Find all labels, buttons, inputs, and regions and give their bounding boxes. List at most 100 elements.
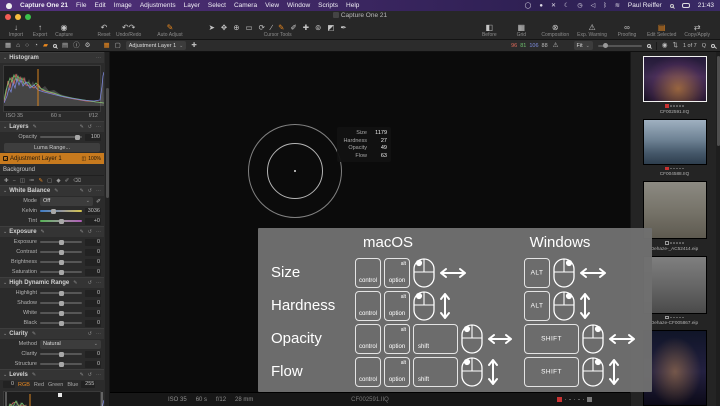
zoom-slider[interactable] bbox=[597, 43, 642, 48]
more-icon[interactable]: ⋯ bbox=[96, 229, 101, 235]
highlight-slider[interactable] bbox=[40, 290, 82, 296]
zoom-loupe-icon[interactable] bbox=[646, 43, 651, 48]
more-icon[interactable]: ⋯ bbox=[96, 372, 101, 378]
layer-row-background[interactable]: Background bbox=[0, 164, 104, 175]
mask-grid-icon[interactable]: ▦ bbox=[103, 42, 109, 50]
wb-eyedropper-icon[interactable]: ✐ bbox=[96, 198, 101, 205]
menu-window[interactable]: Window bbox=[287, 2, 310, 9]
slider-thumb[interactable] bbox=[59, 239, 64, 245]
eraser-icon[interactable]: ✐ bbox=[65, 178, 70, 184]
crop-tool-icon[interactable]: ▭ bbox=[245, 23, 252, 32]
thumbnail-image-3[interactable] bbox=[642, 181, 707, 239]
info-icon[interactable]: ⓘ bbox=[73, 42, 80, 50]
levels-histogram[interactable] bbox=[3, 391, 105, 406]
contrast-value[interactable]: 0 bbox=[85, 248, 101, 256]
fill-mask-icon[interactable]: ▢ bbox=[47, 178, 52, 184]
heal-tool-icon[interactable]: ✚ bbox=[303, 23, 309, 32]
brush-icon[interactable]: ✎ bbox=[39, 178, 44, 184]
shadow-value[interactable]: 0 bbox=[85, 299, 101, 307]
white-balance-panel-header[interactable]: ⌄ White Balance ✎ ✎ ↺ ⋯ bbox=[0, 185, 104, 196]
kelvin-slider-thumb[interactable] bbox=[50, 208, 56, 214]
browse-icon[interactable]: ▦ bbox=[5, 42, 11, 50]
slider-thumb[interactable] bbox=[59, 249, 64, 255]
tint-slider[interactable] bbox=[40, 218, 82, 224]
color-tag-icon[interactable] bbox=[665, 241, 669, 245]
slider-thumb[interactable] bbox=[59, 361, 64, 367]
structure-slider[interactable] bbox=[40, 361, 82, 367]
sidebar-scrollbar[interactable] bbox=[105, 52, 109, 406]
bluetooth-icon[interactable]: ᛒ bbox=[603, 3, 607, 9]
rotate-tool-icon[interactable]: ⟳ bbox=[259, 23, 265, 32]
reset-icon[interactable]: ↺ bbox=[88, 280, 92, 286]
levels-tab-rgb[interactable]: RGB bbox=[17, 382, 31, 388]
more-icon[interactable]: ⋯ bbox=[96, 124, 101, 130]
menu-file[interactable]: File bbox=[76, 2, 86, 9]
clarity-method-select[interactable]: Natural ⌄ bbox=[40, 339, 101, 349]
control-center-icon[interactable] bbox=[681, 3, 690, 8]
import-button[interactable]: ↓ Import bbox=[4, 23, 28, 38]
film-icon[interactable]: ▰ bbox=[43, 42, 48, 50]
brightness-value[interactable]: 0 bbox=[85, 258, 101, 266]
thumbnail-item-2[interactable]: CF004588.IIQ bbox=[639, 118, 710, 176]
thumbnail-item-1[interactable]: CF002591.IIQ bbox=[639, 56, 710, 114]
white-value[interactable]: 0 bbox=[85, 309, 101, 317]
brightness-slider[interactable] bbox=[40, 259, 82, 265]
zoom-tool-icon[interactable]: ⊕ bbox=[233, 23, 239, 32]
opacity-slider[interactable] bbox=[40, 134, 82, 140]
more-icon[interactable]: ⋯ bbox=[96, 55, 101, 61]
browser-search-icon[interactable] bbox=[711, 43, 715, 48]
menu-user[interactable]: Paul Reiffer bbox=[628, 2, 662, 9]
luma-range-button[interactable]: Luma Range... bbox=[4, 143, 100, 152]
apple-logo-icon[interactable] bbox=[6, 2, 12, 9]
tint-slider-thumb[interactable] bbox=[59, 218, 64, 224]
histogram-panel-header[interactable]: ⌄ Histogram ⋯ bbox=[0, 52, 104, 63]
layer-selector[interactable]: Adjustment Layer 1 ⌄ bbox=[125, 41, 187, 50]
copy-apply-button[interactable]: ⇄ Copy/Apply bbox=[684, 23, 710, 38]
layers-panel-header[interactable]: ⌄ Layers ✎ ✎ ↺ ⋯ bbox=[0, 121, 104, 132]
kelvin-slider[interactable] bbox=[40, 208, 82, 214]
levels-tab-green[interactable]: Green bbox=[47, 382, 64, 388]
thumbnail-image-4[interactable] bbox=[642, 255, 707, 314]
loupe-icon[interactable] bbox=[52, 43, 57, 48]
reset-icon[interactable]: ↺ bbox=[88, 124, 92, 130]
clear-mask-icon[interactable]: ⌫ bbox=[73, 178, 81, 184]
reset-icon[interactable]: ↺ bbox=[88, 188, 92, 194]
levels-tab-red[interactable]: Red bbox=[33, 382, 45, 388]
slider-thumb[interactable] bbox=[59, 310, 64, 316]
shadow-slider[interactable] bbox=[40, 300, 82, 306]
wb-mode-select[interactable]: Off ⌄ bbox=[40, 196, 93, 206]
proofing-button[interactable]: ∞ Proofing bbox=[615, 23, 639, 38]
reset-icon[interactable]: ↺ bbox=[88, 331, 92, 337]
levels-panel-header[interactable]: ⌄ Levels ✎ ✎ ↺ ⋯ bbox=[0, 369, 104, 380]
capture-button[interactable]: ◉ Capture bbox=[52, 23, 76, 38]
edit-selected-button[interactable]: ▤ Edit Selected bbox=[647, 23, 676, 38]
home-icon[interactable]: ⌂ bbox=[16, 42, 20, 50]
clock-icon[interactable]: ◷ bbox=[577, 2, 582, 9]
pencil-icon[interactable]: ✎ bbox=[80, 229, 84, 235]
pencil-icon[interactable]: ✎ bbox=[80, 124, 84, 130]
menu-select[interactable]: Select bbox=[208, 2, 226, 9]
pencil-icon[interactable]: ✎ bbox=[80, 188, 84, 194]
undo-redo-button[interactable]: ↶↷ Undo/Redo bbox=[116, 23, 141, 38]
draw-mask-tool-icon[interactable]: ✎ bbox=[278, 23, 284, 32]
add-layer-icon[interactable]: ✚ bbox=[4, 178, 9, 184]
rating-controls[interactable] bbox=[556, 397, 592, 402]
more-icon[interactable]: ⋯ bbox=[96, 280, 101, 286]
grid-button[interactable]: ▦ Grid bbox=[509, 23, 533, 38]
thumbnail-image-5[interactable] bbox=[642, 330, 707, 406]
exposure-value[interactable]: 0 bbox=[85, 238, 101, 246]
filter-icon[interactable]: ⇅ bbox=[673, 42, 678, 50]
add-layer-icon[interactable]: ✚ bbox=[191, 42, 196, 50]
structure-value[interactable]: 0 bbox=[85, 360, 101, 368]
eye-icon[interactable]: ◉ bbox=[662, 42, 668, 50]
white-slider[interactable] bbox=[40, 310, 82, 316]
thumbnail-image-1[interactable] bbox=[642, 56, 707, 102]
gear-icon[interactable]: ⚙ bbox=[85, 42, 91, 50]
reset-icon[interactable]: ↺ bbox=[88, 229, 92, 235]
mask-list-icon[interactable]: ≔ bbox=[29, 178, 35, 184]
clarity-panel-header[interactable]: ⌄ Clarity ✎ ↺ ⋯ bbox=[0, 328, 104, 339]
hdr-panel-header[interactable]: ⌄ High Dynamic Range ✎ ↺ ⋯ bbox=[0, 277, 104, 288]
pan-tool-icon[interactable]: ✥ bbox=[221, 23, 227, 32]
layer-row-adjustment-1[interactable]: ✓ Adjustment Layer 1 ◫ 100% bbox=[0, 153, 104, 164]
levels-tab-blue[interactable]: Blue bbox=[66, 382, 79, 388]
